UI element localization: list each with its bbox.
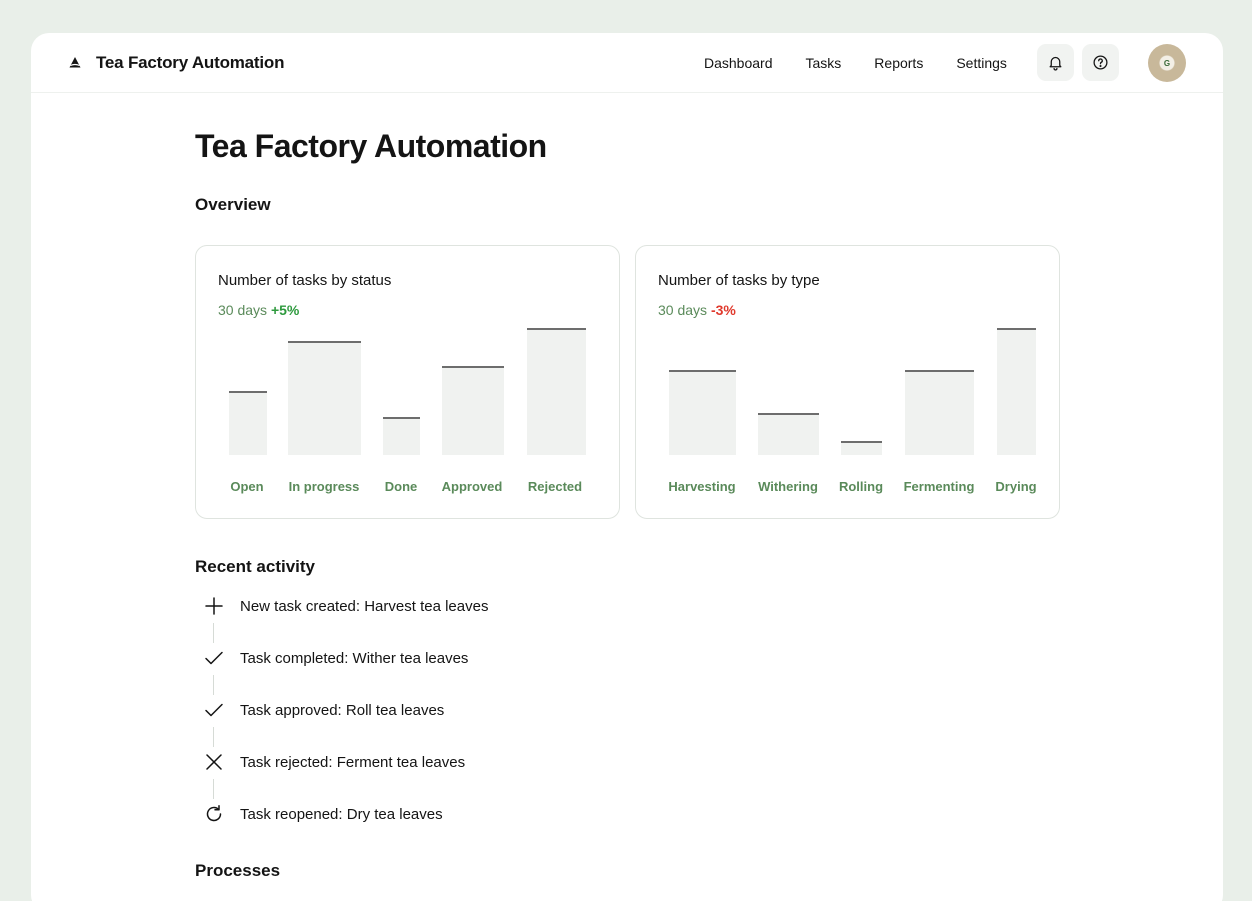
chart-bar — [527, 328, 586, 455]
timeline-connector — [213, 727, 214, 747]
tea-drop-icon — [69, 57, 81, 68]
chart-bar — [669, 370, 736, 455]
chart-bar — [383, 417, 420, 455]
chart-category-label: Done — [384, 479, 418, 494]
chart-bar — [288, 341, 361, 455]
chart-category-label: Harvesting — [668, 479, 736, 494]
nav-tasks[interactable]: Tasks — [806, 55, 842, 71]
avatar[interactable]: G — [1148, 44, 1186, 82]
activity-text: Task rejected: Ferment tea leaves — [240, 753, 466, 771]
main-nav: Dashboard Tasks Reports Settings — [704, 33, 1040, 93]
type-chart-card: Number of tasks by type 30 days -3% Harv… — [635, 245, 1060, 519]
activity-item[interactable]: Task completed: Wither tea leaves — [195, 646, 468, 670]
activity-text: Task reopened: Dry tea leaves — [240, 805, 443, 823]
chart-bar — [905, 370, 974, 455]
chart-category-label: Rolling — [838, 479, 884, 494]
activity-item[interactable]: Task rejected: Ferment tea leaves — [195, 750, 465, 774]
plus-icon — [195, 594, 233, 618]
activity-text: New task created: Harvest tea leaves — [240, 597, 489, 615]
overview-heading: Overview — [195, 195, 271, 214]
question-icon — [1093, 55, 1108, 70]
chart-bar — [442, 366, 504, 455]
chart-category-label: Drying — [995, 479, 1037, 494]
chart-bar — [997, 328, 1036, 455]
brand-name: Tea Factory Automation — [96, 53, 285, 72]
nav-dashboard[interactable]: Dashboard — [704, 55, 773, 71]
chart-bar — [758, 413, 819, 455]
check-icon — [195, 698, 233, 722]
activity-heading: Recent activity — [195, 557, 315, 576]
brand[interactable]: Tea Factory Automation — [68, 33, 284, 93]
status-chart-card: Number of tasks by status 30 days +5% Op… — [195, 245, 620, 519]
x-icon — [195, 750, 233, 774]
activity-item[interactable]: New task created: Harvest tea leaves — [195, 594, 488, 618]
chart-category-label: Fermenting — [903, 479, 975, 494]
type-bar-chart: Harvesting Withering Rolling Fermenting Dryi… — [636, 246, 1061, 520]
nav-settings[interactable]: Settings — [956, 55, 1007, 71]
processes-heading: Processes — [195, 861, 281, 880]
status-bar-chart: Open In progress Done Approved Rejected — [196, 246, 621, 520]
bell-icon — [1049, 56, 1062, 71]
notifications-button[interactable] — [1037, 44, 1074, 81]
refresh-icon — [195, 802, 233, 826]
chart-category-label: Approved — [441, 479, 503, 494]
timeline-connector — [213, 623, 214, 643]
timeline-connector — [213, 675, 214, 695]
chart-category-label: In progress — [288, 479, 360, 494]
chart-bar — [841, 441, 882, 455]
timeline-connector — [213, 779, 214, 799]
chart-category-label: Withering — [758, 479, 818, 494]
top-bar: Tea Factory Automation Dashboard Tasks R… — [31, 33, 1223, 93]
help-button[interactable] — [1082, 44, 1119, 81]
chart-category-label: Rejected — [527, 479, 583, 494]
chart-bar — [229, 391, 267, 455]
chart-category-label: Open — [230, 479, 264, 494]
avatar-initial: G — [1163, 58, 1171, 68]
activity-text: Task completed: Wither tea leaves — [240, 649, 469, 667]
page-title: Tea Factory Automation — [195, 128, 547, 164]
app-window: Tea Factory Automation Dashboard Tasks R… — [31, 33, 1223, 901]
activity-item[interactable]: Task reopened: Dry tea leaves — [195, 802, 443, 826]
activity-text: Task approved: Roll tea leaves — [240, 701, 445, 719]
activity-item[interactable]: Task approved: Roll tea leaves — [195, 698, 444, 722]
check-icon — [195, 646, 233, 670]
nav-reports[interactable]: Reports — [874, 55, 923, 71]
